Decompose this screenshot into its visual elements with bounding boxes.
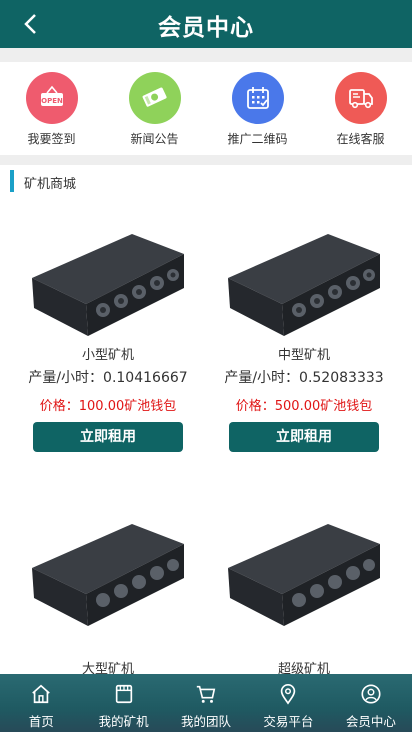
tab-label: 首页 (28, 714, 54, 729)
svg-text:OPEN: OPEN (41, 97, 63, 105)
divider (0, 48, 412, 62)
quick-item-qrcode[interactable]: 推广二维码 (206, 62, 309, 155)
product-card: 大型矿机 (10, 518, 206, 677)
home-icon (32, 684, 51, 704)
tab-label: 交易平台 (263, 714, 314, 729)
section-header: 矿机商城 (0, 168, 412, 196)
rent-button[interactable]: 立即租用 (229, 422, 379, 452)
divider (0, 155, 412, 165)
store-icon (115, 684, 132, 704)
product-card: 小型矿机 产量/小时：0.10416667 价格：100.00矿池钱包 立即租用 (10, 228, 206, 452)
calendar-icon (231, 72, 284, 124)
miner-image (32, 234, 184, 336)
quick-item-label: 推广二维码 (227, 132, 288, 146)
quick-actions: OPEN 我要签到 新闻公告 推广二维码 在线客服 (0, 62, 412, 155)
quick-item-label: 我要签到 (27, 132, 76, 146)
tab-label: 会员中心 (345, 714, 396, 729)
quick-item-news[interactable]: 新闻公告 (103, 62, 206, 155)
miner-image (32, 524, 184, 626)
product-rate: 产量/小时：0.10416667 (28, 370, 188, 386)
truck-icon (334, 72, 387, 124)
top-header: 会员中心 (0, 0, 412, 48)
section-title: 矿机商城 (24, 177, 77, 192)
section-marker (10, 170, 14, 192)
tab-member-center[interactable]: 会员中心 (330, 674, 412, 732)
user-icon (361, 684, 381, 704)
tab-trading[interactable]: 交易平台 (247, 674, 329, 732)
product-price: 价格：500.00矿池钱包 (235, 399, 373, 414)
page-title: 会员中心 (158, 15, 254, 41)
bottom-tabbar: 首页 我的矿机 我的团队 交易平台 会员中心 (0, 674, 412, 732)
product-card: 中型矿机 产量/小时：0.52083333 价格：500.00矿池钱包 立即租用 (206, 228, 402, 452)
location-icon (281, 684, 296, 705)
miner-image (228, 234, 380, 336)
product-card: 超级矿机 (206, 518, 402, 677)
quick-item-checkin[interactable]: OPEN 我要签到 (0, 62, 103, 155)
quick-item-label: 在线客服 (336, 132, 385, 146)
product-name: 中型矿机 (277, 348, 330, 363)
tab-label: 我的团队 (181, 714, 232, 729)
app-root: 会员中心 OPEN 我要签到 新闻公告 推广二维码 在线客服 矿机商城 小型矿机… (0, 0, 412, 732)
miner-image (228, 524, 380, 626)
product-price: 价格：100.00矿池钱包 (39, 399, 177, 414)
quick-item-support[interactable]: 在线客服 (309, 62, 412, 155)
tab-my-team[interactable]: 我的团队 (165, 674, 247, 732)
tab-home[interactable]: 首页 (0, 674, 82, 732)
cart-icon (196, 685, 216, 703)
open-sign-icon: OPEN (25, 72, 78, 124)
rent-button[interactable]: 立即租用 (33, 422, 183, 452)
product-rate: 产量/小时：0.52083333 (224, 370, 384, 386)
quick-item-label: 新闻公告 (130, 132, 179, 146)
money-icon (128, 72, 181, 124)
product-name: 小型矿机 (81, 348, 134, 363)
tab-label: 我的矿机 (98, 714, 149, 729)
tab-my-miners[interactable]: 我的矿机 (82, 674, 164, 732)
